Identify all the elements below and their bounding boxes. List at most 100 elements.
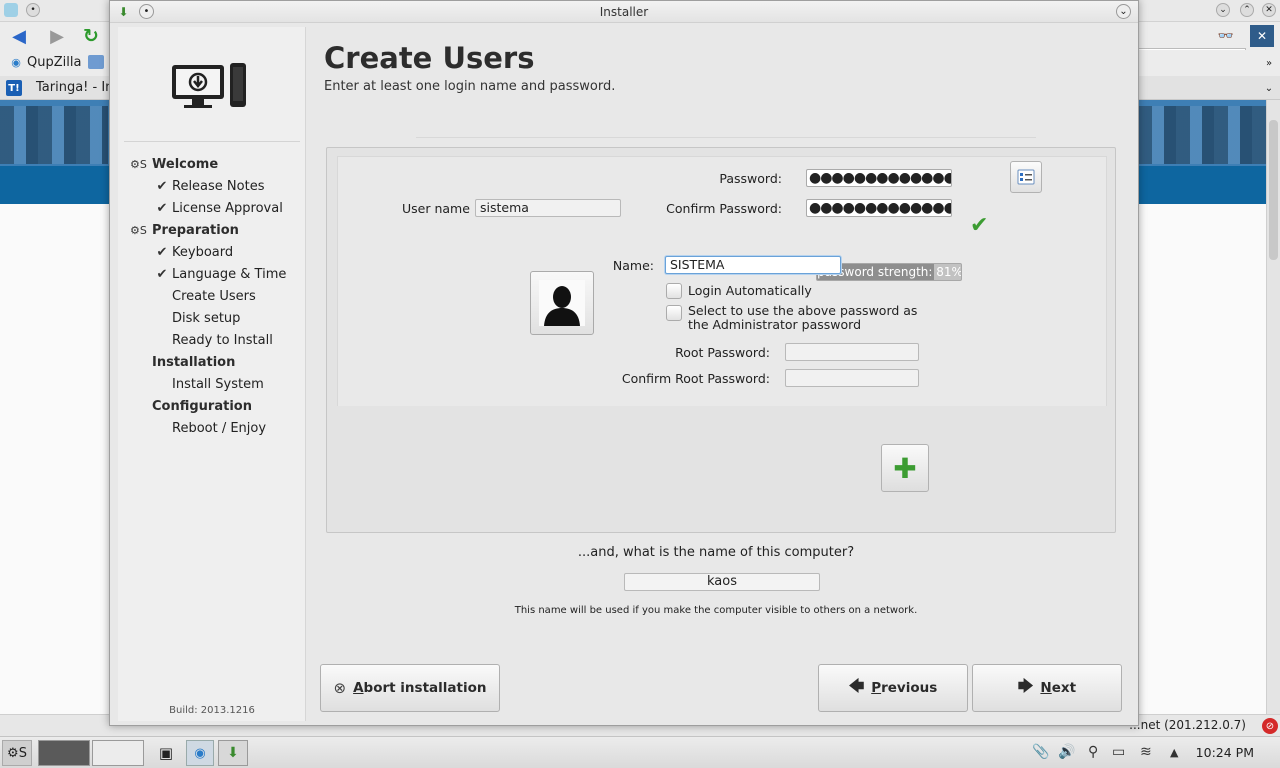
confirm-root-password-field[interactable] (785, 369, 919, 387)
show-desktop-icon[interactable]: ▣ (154, 740, 178, 766)
login-automatically-checkbox[interactable] (666, 283, 682, 299)
steps-sidebar: ⚙S Welcome ✔ Release Notes ✔ License App… (118, 27, 306, 721)
user-entry: Password: ●●●●●●●●●●●●●● Confirm Passwor… (337, 156, 1107, 406)
avatar-button[interactable] (530, 271, 594, 335)
gear-icon: ⚙S (130, 223, 147, 237)
confirm-password-field[interactable]: ●●●●●●●●●●●●●● (806, 199, 952, 217)
check-icon: ✔ (156, 178, 168, 194)
browser-scrollbar[interactable] (1266, 100, 1280, 714)
root-password-label: Root Password: (675, 345, 770, 360)
wifi-icon[interactable]: ≋ (1140, 744, 1152, 760)
back-icon[interactable]: ◀ (8, 26, 30, 47)
login-automatically-label[interactable]: Login Automatically (688, 283, 812, 298)
clock[interactable]: 10:24 PM (1196, 745, 1254, 760)
step-label: Install System (172, 376, 264, 392)
confirm-root-password-label: Confirm Root Password: (621, 371, 770, 386)
reload-icon[interactable]: ↻ (80, 25, 102, 47)
section-preparation: ⚙S Preparation (128, 219, 304, 241)
desktop-pager-1[interactable] (38, 740, 90, 766)
battery-icon[interactable]: ▭ (1112, 744, 1125, 760)
step-label: Disk setup (172, 310, 241, 326)
installer-task-icon[interactable]: ⬇ (218, 740, 248, 766)
tray-expand-icon[interactable]: ▲ (1170, 746, 1178, 759)
browser-app-icon (4, 3, 18, 17)
password-label: Password: (719, 171, 782, 186)
page-subtitle: Enter at least one login name and passwo… (324, 79, 616, 94)
gear-icon: ⚙S (130, 157, 147, 171)
main-content: Create Users Enter at least one login na… (316, 27, 1136, 721)
password-field[interactable]: ●●●●●●●●●●●●●● (806, 169, 952, 187)
abort-mnemonic: A (353, 680, 364, 696)
section-label: Preparation (152, 222, 239, 238)
user-options-button[interactable] (1010, 161, 1042, 193)
tools-icon[interactable]: ✕ (1250, 25, 1274, 47)
admin-password-checkbox[interactable] (666, 305, 682, 321)
section-configuration: Configuration (128, 395, 304, 417)
abort-label: bort installation (363, 680, 487, 696)
next-button[interactable]: 🡆 Next (972, 664, 1122, 712)
browser-maximize-icon[interactable]: ⌃ (1240, 3, 1254, 17)
tabs-dropdown-icon[interactable]: ⌄ (1262, 81, 1276, 95)
computer-name-field[interactable]: kaos (624, 573, 820, 591)
desktop-pager-2[interactable] (92, 740, 144, 766)
previous-mnemonic: P (871, 680, 882, 696)
folder-icon[interactable] (88, 55, 104, 69)
step-label: Keyboard (172, 244, 234, 260)
username-label: User name (402, 201, 470, 216)
name-field[interactable]: SISTEMA (665, 256, 841, 274)
clipboard-icon[interactable]: 📎 (1032, 744, 1049, 760)
bookmark-qupzilla[interactable]: QupZilla (27, 55, 81, 70)
step-license-approval: ✔ License Approval (128, 197, 304, 219)
status-text: ...net (201.212.0.7) (1129, 718, 1246, 732)
root-password-field[interactable] (785, 343, 919, 361)
section-label: Welcome (152, 156, 219, 172)
previous-button[interactable]: 🡄 Previous (818, 664, 968, 712)
check-icon: ✔ (156, 244, 168, 260)
browser-close-icon[interactable]: ✕ (1262, 3, 1276, 17)
scrollbar-thumb[interactable] (1269, 120, 1278, 260)
adblock-icon[interactable]: ⊘ (1262, 718, 1278, 734)
cancel-circle-icon: ⊗ (333, 679, 347, 697)
step-create-users: Create Users (128, 285, 304, 307)
sidebar-separator (124, 141, 300, 142)
binoculars-icon[interactable]: 👓 (1216, 27, 1236, 45)
step-label: Reboot / Enjoy (172, 420, 267, 436)
abort-installation-button[interactable]: ⊗ Abort installation (320, 664, 500, 712)
step-label: Language & Time (172, 266, 287, 282)
bookmarks-chevron-icon[interactable]: » (1262, 56, 1276, 70)
qupzilla-icon: ◉ (11, 55, 21, 69)
admin-password-label[interactable]: Select to use the above password as the … (688, 304, 938, 332)
step-install-system: Install System (128, 373, 304, 395)
installer-titlebar: ⬇ • Installer ⌄ (110, 1, 1138, 23)
installer-window: ⬇ • Installer ⌄ ⚙S Welcome ✔ Release Not… (109, 0, 1139, 726)
start-menu-gear-icon[interactable]: ⚙S (2, 740, 32, 766)
page-title: Create Users (324, 41, 535, 75)
passwords-match-check-icon: ✔ (970, 213, 989, 238)
browser-tab-label[interactable]: Taringa! - In (36, 80, 113, 95)
volume-icon[interactable]: 🔊 (1058, 744, 1075, 760)
name-label: Name: (612, 258, 654, 273)
username-field[interactable]: sistema (475, 199, 621, 217)
step-reboot-enjoy: Reboot / Enjoy (128, 417, 304, 439)
header-separator (416, 137, 1036, 138)
arrow-left-icon: 🡄 (848, 676, 865, 695)
user-silhouette-icon (539, 280, 585, 326)
computer-name-question: ...and, what is the name of this compute… (577, 545, 855, 560)
forward-icon[interactable]: ▶ (46, 26, 68, 47)
qupzilla-task-icon[interactable]: ◉ (186, 740, 214, 766)
plus-icon: ✚ (893, 451, 917, 485)
usb-icon[interactable]: ⚲ (1088, 744, 1098, 760)
next-mnemonic: N (1040, 680, 1052, 696)
step-label: License Approval (172, 200, 283, 216)
add-user-button[interactable]: ✚ (881, 444, 929, 492)
check-icon: ✔ (156, 200, 168, 216)
steps-list: ⚙S Welcome ✔ Release Notes ✔ License App… (128, 153, 304, 439)
step-label: Ready to Install (172, 332, 273, 348)
arrow-right-icon: 🡆 (1017, 676, 1034, 695)
browser-menu-icon[interactable]: • (26, 3, 40, 17)
user-panel: Password: ●●●●●●●●●●●●●● Confirm Passwor… (326, 147, 1116, 533)
browser-minimize-icon[interactable]: ⌄ (1216, 3, 1230, 17)
section-label: Configuration (152, 398, 252, 414)
step-release-notes: ✔ Release Notes (128, 175, 304, 197)
window-minimize-icon[interactable]: ⌄ (1116, 4, 1131, 19)
